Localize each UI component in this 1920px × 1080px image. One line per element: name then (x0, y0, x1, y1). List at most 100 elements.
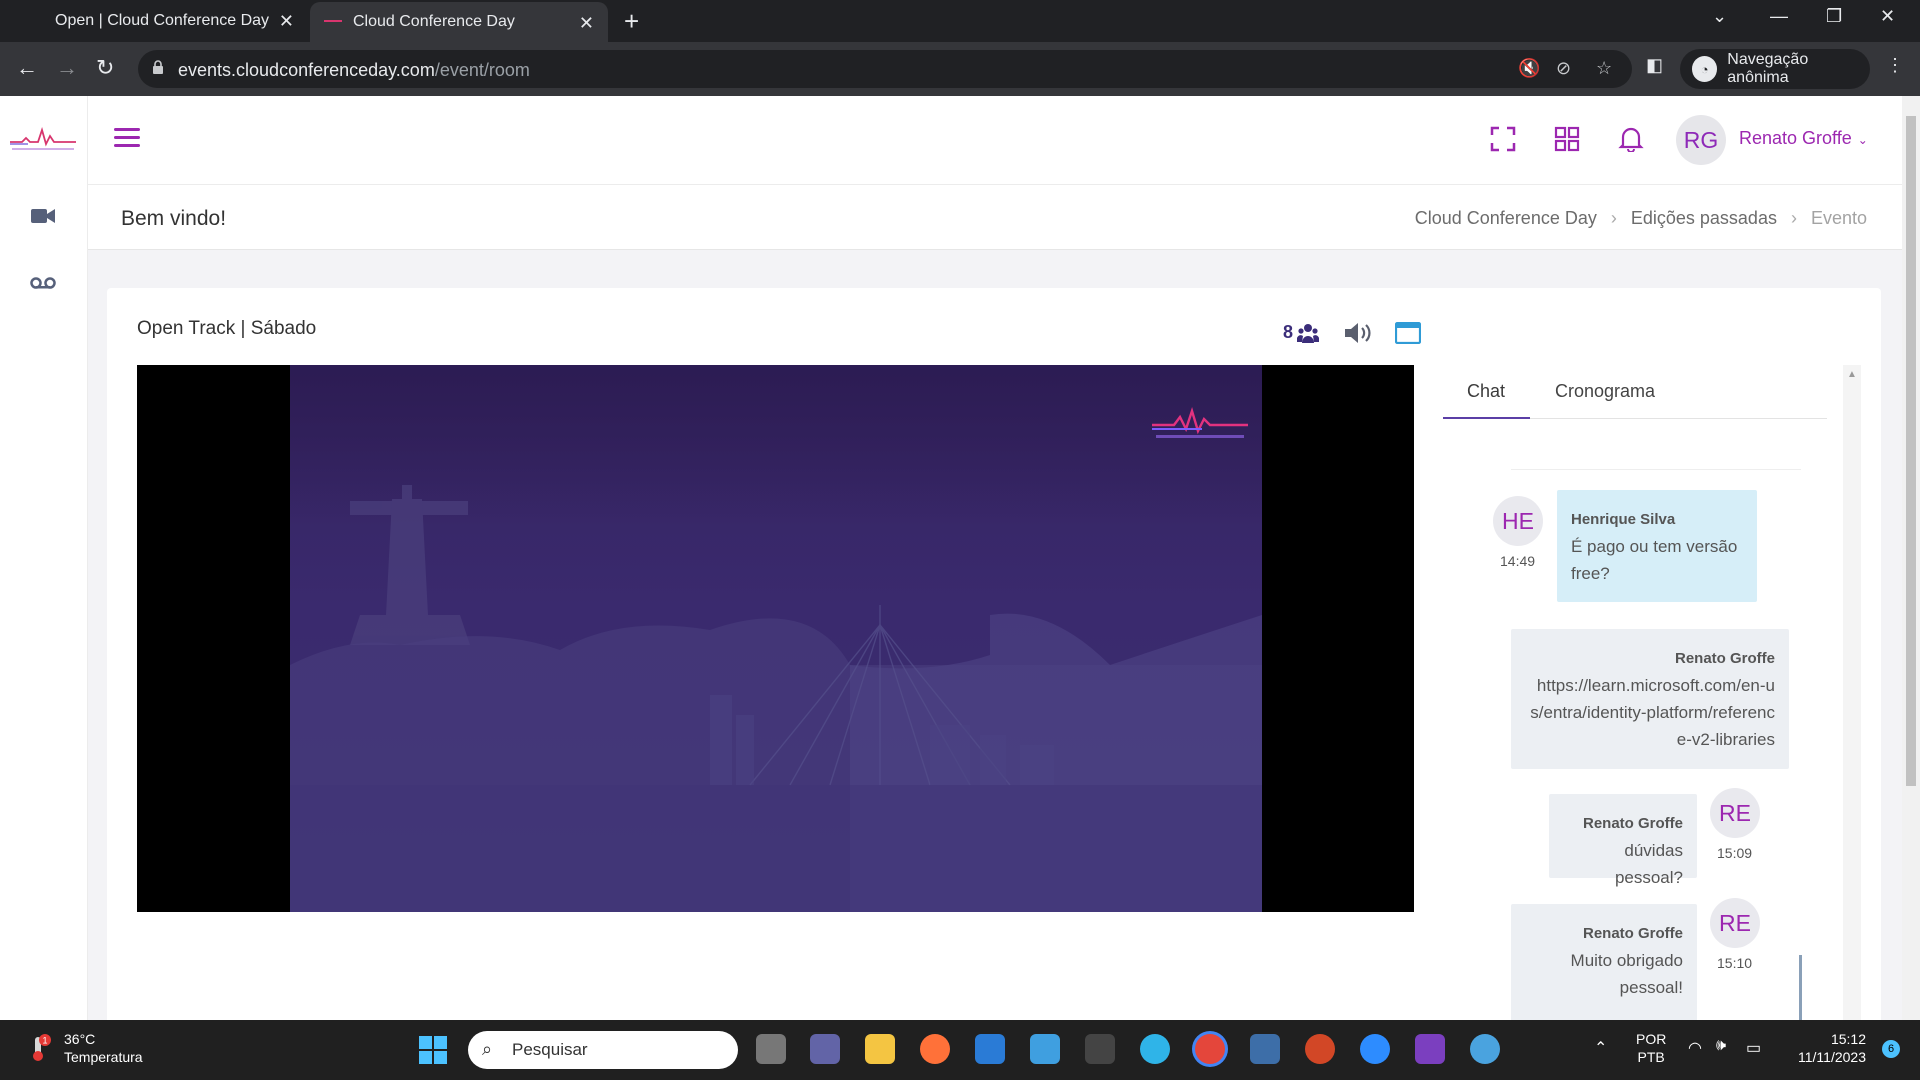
chat-message: Renato Groffe Muito obrigado pessoal! (1511, 904, 1697, 1020)
back-icon[interactable]: ← (16, 55, 38, 81)
viewer-count: 8 (1283, 322, 1320, 343)
user-menu[interactable]: Renato Groffe ⌄ (1739, 128, 1868, 149)
page-header: Bem vindo! Cloud Conference Day › Ediçõe… (88, 184, 1902, 250)
battery-icon[interactable]: ▭ (1746, 1038, 1761, 1058)
breadcrumb-item[interactable]: Edições passadas (1631, 208, 1777, 229)
edge-icon[interactable] (1140, 1034, 1170, 1064)
taskbar-search[interactable]: ⌕ Pesquisar (468, 1031, 738, 1069)
tab-cronograma[interactable]: Cronograma (1555, 381, 1655, 402)
breadcrumb-current: Evento (1810, 208, 1867, 228)
volume-icon[interactable] (1343, 322, 1373, 344)
video-camera-icon[interactable] (30, 206, 56, 226)
apps-grid-icon[interactable] (1554, 126, 1580, 152)
message-time: 14:49 (1500, 553, 1536, 569)
cloud-conference-day-logo[interactable] (8, 124, 78, 154)
wifi-icon[interactable]: ◠ (1688, 1038, 1702, 1058)
search-icon: ⌕ (482, 1039, 493, 1059)
voicemail-icon[interactable] (30, 276, 56, 290)
sound-muted-icon[interactable]: 🔇 (1518, 58, 1540, 79)
hamburger-menu-icon[interactable] (114, 128, 140, 148)
user-avatar[interactable]: RG (1676, 115, 1726, 165)
avatar: RE (1710, 898, 1760, 948)
browser-tab-active[interactable]: Cloud Conference Day ✕ (310, 2, 608, 42)
powerpoint-icon[interactable] (1305, 1034, 1335, 1064)
chrome-icon[interactable] (1195, 1034, 1225, 1064)
task-view-icon[interactable] (756, 1034, 786, 1064)
tab-search-icon[interactable]: ⌄ (1712, 6, 1727, 27)
scroll-up-icon[interactable]: ▲ (1847, 369, 1857, 380)
browser-tab[interactable]: Open | Cloud Conference Day ✕ (0, 0, 308, 42)
bookmark-star-icon[interactable]: ☆ (1596, 58, 1612, 79)
address-bar[interactable]: events.cloudconferenceday.com/event/room… (138, 50, 1632, 88)
message-text: Muito obrigado pessoal! (1570, 951, 1683, 997)
volume-icon[interactable]: 🕪 (1716, 1037, 1726, 1055)
url-path: /event/room (434, 60, 530, 80)
maximize-icon[interactable]: ❐ (1826, 6, 1842, 27)
chat-scrollbar[interactable]: ▲ (1843, 365, 1861, 1020)
remote-desktop-icon[interactable] (1250, 1034, 1280, 1064)
new-tab-icon[interactable]: + (624, 6, 639, 37)
paint-icon[interactable] (1470, 1034, 1500, 1064)
close-tab-icon[interactable]: ✕ (579, 13, 594, 34)
keyboard-layout: PTB (1637, 1049, 1665, 1065)
close-tab-icon[interactable]: ✕ (279, 11, 294, 32)
reload-icon[interactable]: ↻ (96, 55, 114, 81)
popout-window-icon[interactable] (1395, 322, 1421, 344)
message-link[interactable]: https://learn.microsoft.com/en-us/entra/… (1525, 672, 1775, 753)
page-scrollbar[interactable] (1902, 96, 1920, 1020)
page-scrollbar-thumb[interactable] (1906, 116, 1916, 786)
url-text: events.cloudconferenceday.com/event/room (178, 60, 530, 81)
url-host: events.cloudconferenceday.com (178, 60, 435, 80)
active-tab-indicator (1443, 417, 1530, 419)
favicon-icon (324, 20, 342, 22)
message-text: É pago ou tem versão free? (1571, 537, 1738, 583)
chat-message: Henrique Silva É pago ou tem versão free… (1557, 490, 1757, 602)
room-card: Open Track | Sábado 8 Chat Cronograma HE… (107, 288, 1881, 1020)
weather-badge: 1 (42, 1036, 47, 1046)
visual-studio-icon[interactable] (1415, 1034, 1445, 1064)
browser-menu-icon[interactable]: ⋮ (1886, 55, 1904, 76)
weather-widget[interactable]: 1 36°C Temperatura (26, 1030, 143, 1066)
teams-icon[interactable] (810, 1034, 840, 1064)
divider (1511, 469, 1801, 470)
incognito-indicator[interactable]: ◔ Navegação anônima (1680, 49, 1870, 89)
zoom-icon[interactable] (1360, 1034, 1390, 1064)
breadcrumb: Cloud Conference Day › Edições passadas … (1415, 208, 1867, 229)
tracking-protection-icon[interactable]: ⊘ (1556, 58, 1571, 79)
chevron-down-icon: ⌄ (1857, 133, 1868, 147)
notification-bell-icon[interactable] (1618, 126, 1644, 152)
event-app: RG Renato Groffe ⌄ Bem vindo! Cloud Confe… (0, 96, 1902, 1020)
clock[interactable]: 15:12 11/11/2023 (1798, 1030, 1866, 1066)
breadcrumb-item[interactable]: Cloud Conference Day (1415, 208, 1597, 229)
file-explorer-icon[interactable] (865, 1034, 895, 1064)
chat-scroll-indicator (1799, 955, 1802, 1020)
firefox-icon[interactable] (920, 1034, 950, 1064)
chevron-right-icon: › (1790, 208, 1797, 228)
search-placeholder: Pesquisar (512, 1040, 588, 1059)
fullscreen-icon[interactable] (1490, 126, 1516, 152)
windows-start-icon[interactable] (418, 1035, 448, 1065)
show-hidden-icons-icon[interactable]: ⌃ (1594, 1038, 1607, 1058)
browser-tab-strip: Open | Cloud Conference Day ✕ Cloud Conf… (0, 0, 1920, 42)
video-player[interactable] (137, 365, 1414, 912)
message-author: Renato Groffe (1674, 650, 1775, 667)
top-navbar: RG Renato Groffe ⌄ (88, 96, 1902, 184)
language-indicator[interactable]: POR PTB (1636, 1030, 1666, 1066)
chevron-right-icon: › (1610, 208, 1617, 228)
weather-label: Temperatura (64, 1049, 143, 1065)
mail-icon[interactable] (975, 1034, 1005, 1064)
viewer-count-value: 8 (1283, 322, 1294, 342)
message-author: Renato Groffe (1582, 815, 1683, 832)
notification-badge[interactable]: 6 (1882, 1040, 1900, 1058)
side-panel-icon[interactable]: ◧ (1646, 55, 1663, 76)
azure-data-studio-icon[interactable] (1030, 1034, 1060, 1064)
user-name: Renato Groffe (1739, 128, 1852, 148)
browser-toolbar: ← → ↻ events.cloudconferenceday.com/even… (0, 42, 1920, 96)
terminal-icon[interactable] (1085, 1034, 1115, 1064)
minimize-icon[interactable]: — (1770, 6, 1788, 27)
tab-chat[interactable]: Chat (1467, 381, 1505, 402)
close-window-icon[interactable]: ✕ (1880, 6, 1895, 27)
room-title: Open Track | Sábado (137, 318, 317, 339)
forward-icon[interactable]: → (56, 55, 78, 81)
page-title: Bem vindo! (121, 207, 227, 230)
